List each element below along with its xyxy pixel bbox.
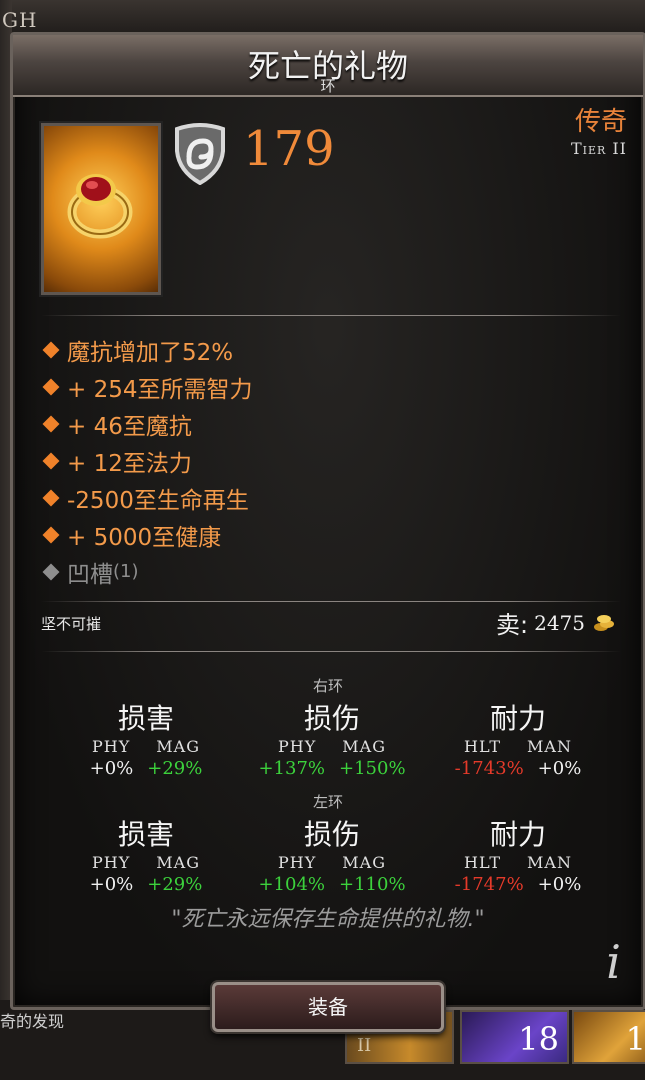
compare-endurance: 耐力 HLT MAN -1743% +0% [454, 702, 582, 779]
shield-icon [175, 123, 225, 185]
compare-label-right: 右环 [312, 677, 343, 695]
divider [41, 651, 621, 652]
stat-list: 魔抗增加了52% + 254至所需智力 + 46至魔抗 + 12至法力 -250… [41, 331, 252, 590]
item-power: 179 [243, 121, 335, 177]
gold-coins-icon [594, 614, 614, 631]
stat-line: + 12至法力 [41, 442, 252, 479]
info-icon[interactable]: i [606, 935, 621, 989]
compare-endurance: 耐力 HLT MAN -1747% +0% [454, 818, 582, 895]
sell-label: 卖: [496, 611, 529, 639]
stat-line: + 254至所需智力 [41, 368, 252, 405]
diamond-bullet-icon [42, 526, 60, 543]
divider [41, 601, 621, 602]
item-rarity: 传奇 [574, 107, 627, 137]
slot-label: II [357, 1035, 372, 1056]
inventory-slot-2[interactable]: 18 [460, 1010, 569, 1064]
divider [41, 315, 621, 316]
compare-injury: 损伤 PHY MAG +104% +110% [258, 818, 406, 895]
stat-line: + 46至魔抗 [41, 405, 252, 442]
item-tooltip-panel: 死亡的礼物 环 179 传奇 Tier II 魔抗增加了52% + 254至所需… [10, 32, 645, 1010]
item-image-frame [41, 123, 161, 295]
title-bar: 死亡的礼物 环 [13, 35, 643, 97]
diamond-bullet-icon [42, 415, 60, 432]
flavor-text: "死亡永远保存生命提供的礼物." [171, 907, 485, 932]
item-tier: Tier II [570, 139, 627, 158]
item-quality: 坚不可摧 [41, 615, 102, 633]
slot-count: 1 [625, 1020, 645, 1058]
socket-line: 凹槽 (1) [41, 553, 252, 590]
sell-value: 2475 [534, 610, 585, 635]
stat-line: -2500至生命再生 [41, 479, 252, 516]
inventory-slot-3[interactable]: 1 [572, 1010, 645, 1064]
compare-row-right: 损害 PHY MAG +0% +29% 损伤 PHY MAG +137% +150% 耐… [53, 697, 613, 779]
slot-count: 18 [518, 1020, 559, 1058]
diamond-bullet-icon [42, 378, 60, 395]
diamond-bullet-icon [42, 452, 60, 469]
compare-label-left: 左环 [312, 793, 343, 811]
ring-icon [67, 174, 133, 239]
background-quest-text: 奇的发现 [0, 1012, 65, 1031]
equip-button-label: 装备 [308, 995, 348, 1019]
diamond-bullet-icon [42, 563, 60, 580]
compare-injury: 损伤 PHY MAG +137% +150% [258, 702, 406, 779]
compare-damage: 损害 PHY MAG +0% +29% [89, 702, 203, 779]
compare-damage: 损害 PHY MAG +0% +29% [89, 818, 203, 895]
equip-button[interactable]: 装备 [212, 982, 444, 1032]
sell-price: 卖: 2475 [496, 605, 615, 640]
compare-row-left: 损害 PHY MAG +0% +29% 损伤 PHY MAG +104% +110% 耐… [53, 813, 613, 895]
stat-line: 魔抗增加了52% [41, 331, 252, 368]
diamond-bullet-icon [42, 341, 60, 358]
stat-line: + 5000至健康 [41, 516, 252, 553]
background-tag: GH [2, 8, 38, 32]
item-type: 环 [320, 77, 336, 95]
diamond-bullet-icon [42, 489, 60, 506]
